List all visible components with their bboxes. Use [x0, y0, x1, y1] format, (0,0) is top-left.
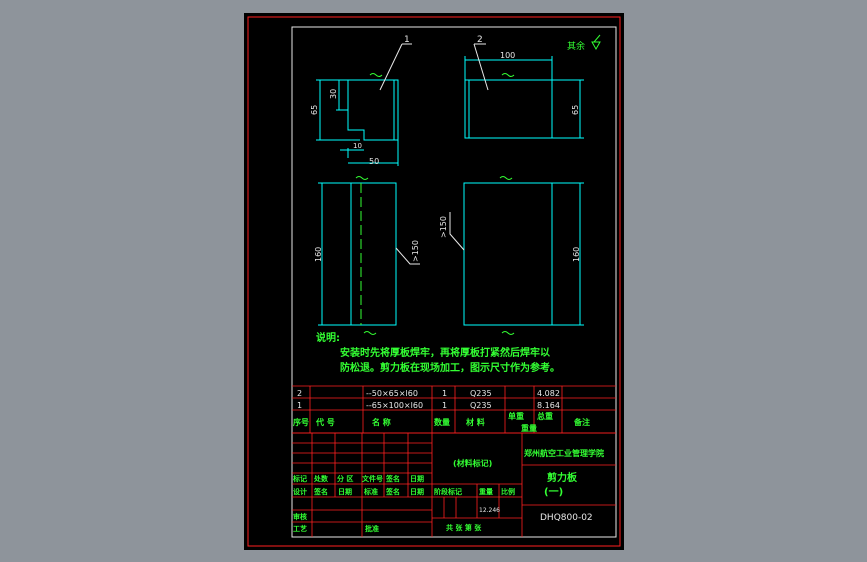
bom-row-2-material: Q235 — [470, 401, 492, 410]
dim-v2-height: 65 — [571, 105, 580, 115]
weld-leader-4 — [449, 212, 465, 251]
wave-mark-1 — [369, 73, 383, 77]
tb-sheet-info: 共 张 第 张 — [446, 523, 482, 532]
tb-design-4: 签名 — [385, 487, 400, 496]
bom-header-remark: 备注 — [573, 417, 590, 427]
wave-mark-4b — [501, 331, 515, 335]
tb-review: 审核 — [293, 512, 307, 521]
dim-v2-width: 100 — [500, 51, 515, 60]
dim-v4-weld: >150 — [439, 216, 448, 238]
surface-note: 其余 — [567, 40, 585, 52]
leader-2 — [473, 43, 489, 91]
bom-header-code: 代 号 — [315, 417, 335, 427]
tb-approve: 批准 — [365, 524, 379, 533]
leader-1 — [379, 43, 403, 91]
tb-design-2: 日期 — [338, 487, 352, 496]
view-4 — [463, 182, 584, 326]
tb-weight-label: 重量 — [479, 487, 493, 496]
view-3 — [318, 182, 397, 326]
view-2 — [464, 56, 584, 139]
dim-v1-thk: 10 — [353, 142, 362, 150]
notes-line-1: 安装时先将厚板焊牢，再将厚板打紧然后焊牢以 — [340, 346, 550, 359]
dim-v1-height: 65 — [310, 105, 319, 115]
bom-row-1-qty: 1 — [442, 389, 447, 398]
bom-header-no: 序号 — [293, 417, 309, 427]
tb-stage-label: 阶段标记 — [434, 487, 462, 496]
wave-mark-2 — [501, 73, 515, 77]
part-label-2: 2 — [477, 35, 483, 45]
tb-design-3: 标准 — [363, 487, 378, 496]
bom-row-2-spec: --65×100×l60 — [366, 401, 423, 410]
wave-mark-4a — [499, 176, 513, 180]
bom-row-2-total-weight: 8.164 — [537, 401, 560, 410]
bom-header-name: 名 称 — [372, 417, 391, 427]
tb-mark-1: 处数 — [313, 474, 329, 483]
dim-v1-width: 50 — [369, 157, 379, 166]
part-subtitle: (一) — [544, 487, 563, 498]
bom-row-2-qty: 1 — [442, 401, 447, 410]
notes-line-2: 防松退。剪力板在现场加工，图示尺寸作为参考。 — [340, 361, 560, 374]
wave-mark-3a — [355, 176, 369, 180]
part-name: 剪力板 — [547, 471, 578, 484]
cad-drawing: 其余 1 65 30 10 50 2 100 65 160 >150 >150 … — [247, 16, 621, 547]
bom-row-2-no: 1 — [297, 401, 302, 410]
bom-grid — [292, 385, 616, 434]
tb-mark-2: 分 区 — [337, 474, 353, 483]
outer-frame — [247, 16, 621, 547]
tb-design-1: 签名 — [313, 487, 328, 496]
tb-mark-3: 文件号 — [362, 474, 383, 483]
tb-mark-4: 签名 — [385, 474, 400, 483]
material-mark: (材料标记) — [453, 458, 492, 468]
tb-weight-value: 12.246 — [479, 507, 500, 514]
bom-header-weight: 重量 — [521, 423, 537, 433]
dim-v1-inner: 30 — [329, 89, 338, 99]
tb-design-0: 设计 — [293, 487, 307, 496]
bom-row-1-no: 2 — [297, 389, 302, 398]
part-label-1: 1 — [404, 35, 410, 45]
bom-row-1-spec: --50×65×l60 — [366, 389, 418, 398]
tb-mark-0: 标记 — [292, 474, 307, 483]
notes-title: 说明: — [316, 331, 340, 344]
surface-finish-icon — [591, 34, 601, 51]
bom-row-1-total-weight: 4.082 — [537, 389, 560, 398]
bom-header-total-weight: 总重 — [537, 411, 553, 421]
bom-header-unit-weight: 单重 — [508, 411, 524, 421]
drawing-number: DHQ800-02 — [540, 513, 593, 523]
tb-design-5: 日期 — [410, 487, 424, 496]
tb-scale-label: 比例 — [501, 487, 515, 496]
bom-row-1-material: Q235 — [470, 389, 492, 398]
institute-name: 郑州航空工业管理学院 — [524, 448, 604, 458]
dim-v3-weld: >150 — [411, 240, 420, 262]
tb-process: 工艺 — [293, 524, 307, 533]
dim-v4-height: 160 — [572, 247, 581, 262]
wave-mark-3b — [363, 331, 377, 335]
tb-mark-5: 日期 — [410, 474, 424, 483]
dim-v3-height: 160 — [314, 247, 323, 262]
bom-header-qty: 数量 — [434, 417, 450, 427]
bom-header-material: 材 料 — [466, 417, 485, 427]
